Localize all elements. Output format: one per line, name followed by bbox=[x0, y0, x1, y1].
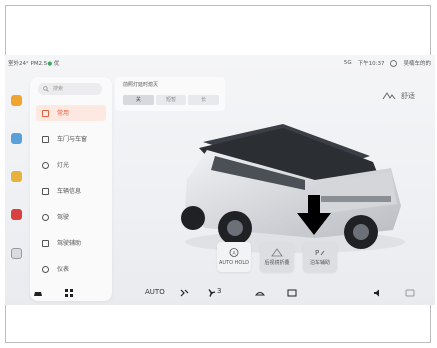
mirror-icon bbox=[271, 248, 283, 257]
sidebar-item-driver-assist[interactable]: 驾驶辅助 bbox=[36, 235, 106, 251]
auto-hold-label: AUTO HOLD bbox=[219, 260, 249, 266]
bottom-dock: AUTO 3 bbox=[5, 285, 435, 303]
pointer-arrow-icon bbox=[297, 195, 331, 235]
user-name[interactable]: 吴楠车的的 bbox=[403, 59, 431, 67]
front-defrost-icon[interactable] bbox=[255, 289, 265, 297]
fan-icon[interactable] bbox=[207, 289, 216, 297]
clock: 下午10:37 bbox=[357, 61, 385, 67]
headlight-delay-card: 前照灯延时熄灭 关 短暂 长 bbox=[115, 77, 225, 111]
fan-level: 3 bbox=[217, 287, 222, 295]
app-rail-navigation-icon[interactable] bbox=[11, 133, 22, 144]
sidebar-item-driving[interactable]: 驾驶 bbox=[36, 209, 106, 225]
search-placeholder: 搜索 bbox=[53, 86, 64, 92]
sidebar-item-label: 车门与车窗 bbox=[57, 135, 88, 143]
mute-icon[interactable] bbox=[373, 289, 382, 297]
status-bar-left: 室外24° PM2.5● 优 bbox=[8, 59, 59, 67]
settings-sidebar: 搜索 常用 车门与车窗 灯光 车辆信息 驾驶 驾驶辅助 仪表 bbox=[30, 77, 112, 301]
pm-label: PM2.5 bbox=[30, 61, 48, 67]
parking-assist-button[interactable]: P 泊车辅助 bbox=[303, 242, 337, 272]
svg-text:A: A bbox=[232, 250, 236, 256]
airflow-icon[interactable] bbox=[179, 289, 189, 297]
notification-icon[interactable] bbox=[405, 289, 415, 297]
app-rail-camera-icon[interactable] bbox=[11, 209, 22, 220]
car-info-icon bbox=[42, 187, 49, 195]
mode-icon bbox=[382, 92, 396, 100]
app-rail-settings-icon[interactable] bbox=[11, 248, 22, 259]
svg-text:P: P bbox=[315, 249, 319, 257]
car-home-icon[interactable] bbox=[33, 289, 43, 297]
sidebar-item-label: 灯光 bbox=[57, 161, 70, 169]
sidebar-item-label: 车辆信息 bbox=[57, 187, 82, 195]
mirror-fold-label: 后视镜折叠 bbox=[264, 260, 290, 266]
rear-defrost-icon[interactable] bbox=[287, 289, 297, 297]
star-icon bbox=[42, 109, 49, 117]
parking-assist-label: 泊车辅助 bbox=[309, 260, 330, 266]
headlight-option-off[interactable]: 关 bbox=[123, 95, 154, 105]
app-rail-apps-icon[interactable] bbox=[11, 171, 22, 182]
sidebar-item-label: 仪表 bbox=[57, 265, 70, 273]
air-quality: 优 bbox=[53, 61, 60, 67]
app-grid-icon[interactable] bbox=[65, 289, 73, 297]
headlight-delay-title: 前照灯延时熄灭 bbox=[123, 82, 159, 88]
gauge-icon bbox=[42, 265, 49, 273]
sidebar-item-lights[interactable]: 灯光 bbox=[36, 157, 106, 173]
sidebar-item-instrument[interactable]: 仪表 bbox=[36, 261, 106, 277]
status-bar-right: 5G 下午10:37 吴楠车的的 bbox=[344, 59, 431, 67]
headlight-option-long[interactable]: 长 bbox=[188, 95, 220, 105]
assist-icon bbox=[42, 239, 49, 247]
climate-auto-button[interactable]: AUTO bbox=[145, 288, 165, 296]
auto-hold-icon: A bbox=[229, 248, 239, 257]
sidebar-item-label: 驾驶辅助 bbox=[57, 239, 82, 247]
steering-icon bbox=[42, 213, 49, 221]
sidebar-item-doors-windows[interactable]: 车门与车窗 bbox=[36, 131, 106, 147]
user-icon[interactable] bbox=[390, 59, 398, 67]
driving-mode[interactable]: 舒适 bbox=[382, 91, 415, 101]
sidebar-item-label: 常用 bbox=[57, 109, 70, 117]
mode-label: 舒适 bbox=[401, 92, 415, 100]
search-icon bbox=[43, 86, 49, 92]
parking-icon: P bbox=[315, 249, 325, 257]
headlight-option-short[interactable]: 短暂 bbox=[155, 95, 187, 105]
sidebar-item-common[interactable]: 常用 bbox=[36, 105, 106, 121]
car-display: 室外24° PM2.5● 优 5G 下午10:37 吴楠车的的 搜索 常用 车门… bbox=[5, 55, 435, 305]
vehicle-image bbox=[181, 124, 405, 253]
door-icon bbox=[42, 135, 49, 143]
mirror-fold-button[interactable]: 后视镜折叠 bbox=[260, 242, 294, 272]
auto-hold-button[interactable]: A AUTO HOLD bbox=[217, 242, 251, 272]
sidebar-item-vehicle-info[interactable]: 车辆信息 bbox=[36, 183, 106, 199]
sidebar-item-label: 驾驶 bbox=[57, 213, 70, 221]
outside-temperature: 室外24° bbox=[8, 61, 29, 67]
signal-indicator: 5G bbox=[343, 60, 352, 66]
light-icon bbox=[42, 161, 49, 169]
search-input[interactable]: 搜索 bbox=[38, 83, 102, 95]
app-rail-media-icon[interactable] bbox=[11, 95, 22, 106]
air-quality-dot: ● bbox=[47, 61, 53, 67]
headlight-delay-selector: 关 短暂 长 bbox=[123, 95, 220, 105]
